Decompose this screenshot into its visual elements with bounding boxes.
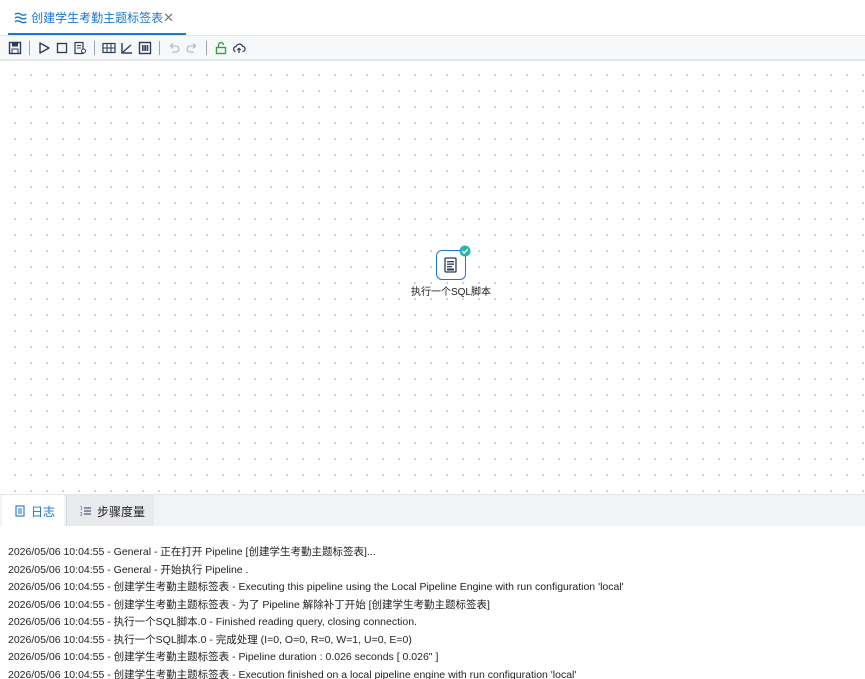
sql-script-icon [444,257,457,273]
pipeline-icon [14,12,27,23]
log-line: 2026/05/06 10:04:55 - 创建学生考勤主题标签表 - Pipe… [8,651,439,663]
undo-icon[interactable] [166,40,182,56]
log-icon [15,505,25,517]
log-line: 2026/05/06 10:04:55 - General - 开始执行 Pip… [8,564,249,576]
tab-log-label: 日志 [31,504,56,519]
close-icon[interactable]: ✕ [163,10,174,26]
stop-icon[interactable] [54,40,70,56]
editor-tab-bar: 创建学生考勤主题标签表 ✕ [0,0,865,36]
tab-title: 创建学生考勤主题标签表 [31,11,164,25]
log-line: 2026/05/06 10:04:55 - 执行一个SQL脚本.0 - 完成处理… [8,634,412,646]
pipeline-toolbar [0,36,865,61]
unlock-icon[interactable] [213,40,229,56]
svg-text:1: 1 [80,506,83,511]
svg-text:2: 2 [80,512,83,517]
toolbar-divider [94,40,95,55]
grid-icon[interactable] [101,40,117,56]
log-line: 2026/05/06 10:04:55 - 创建学生考勤主题标签表 - Exec… [8,581,624,593]
run-icon[interactable] [36,40,52,56]
datagrid-icon[interactable] [137,40,153,56]
tab-log[interactable]: 日志 [2,495,64,527]
log-line: 2026/05/06 10:04:55 - 执行一个SQL脚本.0 - Fini… [8,616,417,628]
redo-icon[interactable] [184,40,200,56]
preview-icon[interactable] [72,40,88,56]
log-line: 2026/05/06 10:04:55 - 创建学生考勤主题标签表 - Exec… [8,669,577,679]
log-line: 2026/05/06 10:04:55 - 创建学生考勤主题标签表 - 为了 P… [8,599,490,611]
tab-step-metrics[interactable]: 1 2 步骤度量 [66,495,154,527]
success-check-icon [459,245,471,257]
toolbar-divider [206,40,207,55]
node-label: 执行一个SQL脚本 [410,287,491,298]
metrics-list-icon: 1 2 [80,506,91,517]
bottom-panel-tabs: 日志 1 2 步骤度量 [0,494,865,527]
tab-step-metrics-label: 步骤度量 [97,504,146,519]
pipeline-canvas[interactable]: 执行一个SQL脚本 [0,62,865,492]
log-panel[interactable]: 2026/05/06 10:04:55 - General - 正在打开 Pip… [0,526,865,679]
toolbar-divider [159,40,160,55]
tab-pipeline[interactable]: 创建学生考勤主题标签表 ✕ [8,2,186,35]
pipeline-node-sql-script[interactable] [436,245,471,280]
upload-cloud-icon[interactable] [231,40,247,56]
log-line: 2026/05/06 10:04:55 - General - 正在打开 Pip… [8,546,376,558]
align-icon[interactable] [119,40,135,56]
save-icon[interactable] [7,40,23,56]
toolbar-divider [29,40,30,55]
